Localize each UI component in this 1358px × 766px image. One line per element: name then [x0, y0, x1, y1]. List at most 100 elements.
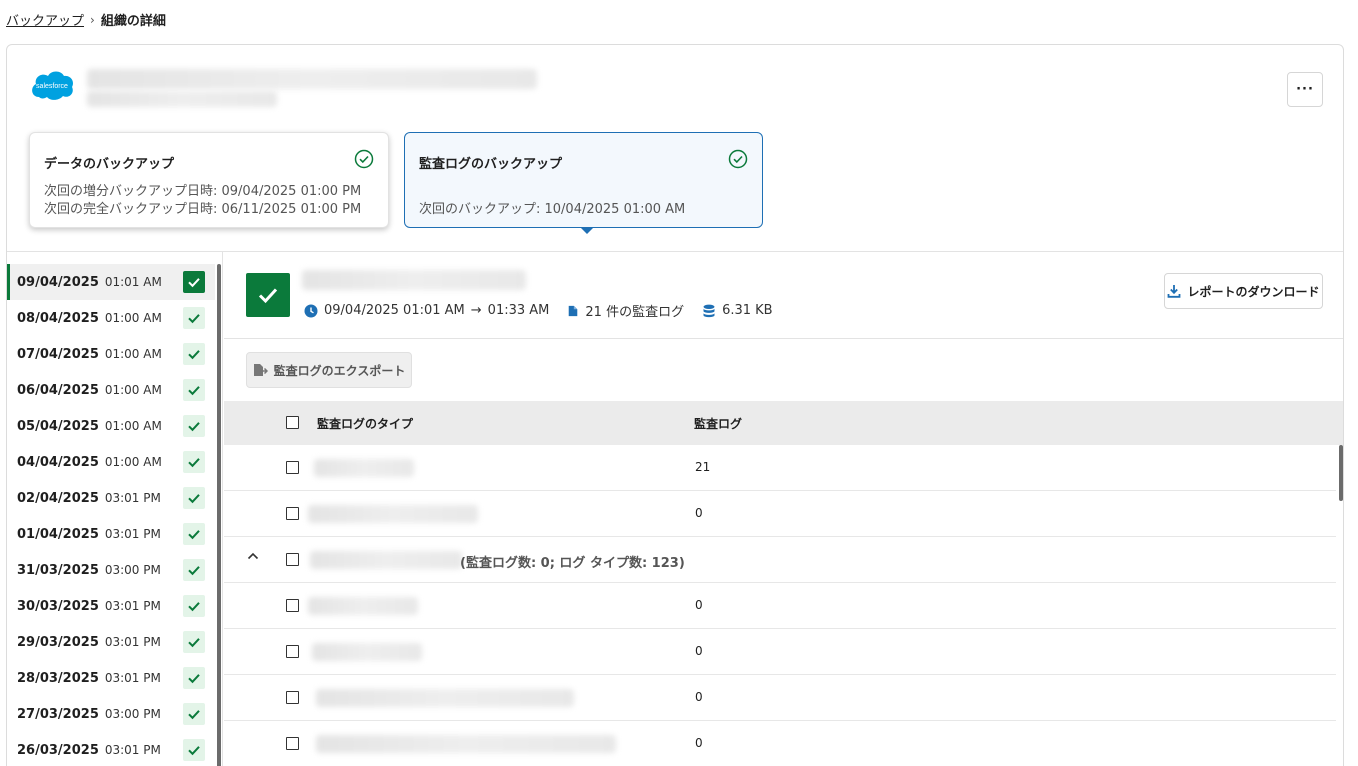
backup-date-item[interactable]: 29/03/2025 03:01 PM — [7, 624, 215, 660]
download-report-label: レポートのダウンロード — [1187, 284, 1320, 299]
backup-date: 26/03/2025 — [17, 742, 99, 758]
audit-log-value: 0 — [695, 690, 703, 704]
group-summary: (監査ログ数: 0; ログ タイプ数: 123) — [460, 556, 685, 571]
export-icon — [253, 364, 268, 376]
log-type-redacted — [308, 597, 418, 615]
log-type-redacted — [316, 689, 574, 707]
backup-date: 09/04/2025 — [17, 274, 99, 290]
backup-date-item[interactable]: 06/04/2025 01:00 AM — [7, 372, 215, 408]
row-checkbox[interactable] — [286, 461, 299, 474]
backup-time: 03:01 PM — [104, 491, 161, 505]
backup-time: 03:00 PM — [104, 707, 161, 721]
export-audit-log-button[interactable]: 監査ログのエクスポート — [246, 352, 412, 388]
breadcrumb-backup-link[interactable]: バックアップ — [6, 10, 84, 29]
backup-date-item[interactable]: 04/04/2025 01:00 AM — [7, 444, 215, 480]
table-scrollbar[interactable] — [1339, 445, 1343, 501]
backup-time: 01:00 AM — [104, 455, 162, 469]
chevron-right-icon: › — [90, 12, 95, 27]
next-audit-backup: 次回のバックアップ: 10/04/2025 01:00 AM — [419, 202, 686, 217]
audit-log-backup-card[interactable]: 監査ログのバックアップ 次回のバックアップ: 10/04/2025 01:00 … — [404, 132, 763, 234]
run-start-time: 09/04/2025 01:01 AM — [324, 303, 465, 318]
data-backup-card[interactable]: データのバックアップ 次回の増分バックアップ日時: 09/04/2025 01:… — [29, 132, 389, 228]
backup-date-item[interactable]: 30/03/2025 03:01 PM — [7, 588, 215, 624]
backup-date-item[interactable]: 02/04/2025 03:01 PM — [7, 480, 215, 516]
download-report-button[interactable]: レポートのダウンロード — [1164, 273, 1323, 309]
status-check-icon — [183, 307, 205, 329]
backup-time: 03:01 PM — [104, 671, 161, 685]
table-row[interactable]: 0 — [224, 583, 1336, 629]
status-check-icon — [183, 739, 205, 761]
backup-date-item[interactable]: 01/04/2025 03:01 PM — [7, 516, 215, 552]
backup-time: 01:00 AM — [104, 419, 162, 433]
row-checkbox[interactable] — [286, 691, 299, 704]
backup-run-detail: 09/04/2025 01:01 AM → 01:33 AM 21 件の監査ログ… — [224, 252, 1343, 766]
status-check-icon — [183, 451, 205, 473]
sidebar-scrollbar[interactable] — [217, 264, 221, 766]
backup-time: 03:01 PM — [104, 635, 161, 649]
backup-date-item[interactable]: 26/03/2025 03:01 PM — [7, 732, 215, 766]
status-check-icon — [183, 343, 205, 365]
backup-date: 06/04/2025 — [17, 382, 99, 398]
page-title: 組織の詳細 — [100, 14, 166, 29]
audit-log-value: 0 — [695, 736, 703, 750]
status-check-icon — [183, 487, 205, 509]
audit-log-count: 21 件の監査ログ — [585, 305, 685, 320]
table-row[interactable]: 0 — [224, 629, 1336, 675]
backup-date-item[interactable]: 09/04/2025 01:01 AM — [7, 264, 215, 300]
backup-time: 03:01 PM — [104, 527, 161, 541]
export-audit-log-label: 監査ログのエクスポート — [273, 363, 406, 378]
status-check-icon — [183, 595, 205, 617]
backup-date: 02/04/2025 — [17, 490, 99, 506]
backup-date-item[interactable]: 27/03/2025 03:00 PM — [7, 696, 215, 732]
download-icon — [1168, 285, 1181, 298]
backup-date-item[interactable]: 07/04/2025 01:00 AM — [7, 336, 215, 372]
next-full-backup: 次回の完全バックアップ日時: 06/11/2025 01:00 PM — [44, 202, 362, 217]
backup-date-list: 09/04/2025 01:01 AM 08/04/2025 01:00 AM 07/0… — [7, 252, 223, 766]
status-check-icon — [183, 523, 205, 545]
status-check-icon — [183, 631, 205, 653]
more-options-button[interactable]: ··· — [1287, 72, 1323, 107]
backup-date: 28/03/2025 — [17, 670, 99, 686]
check-circle-icon — [354, 149, 374, 169]
org-name-redacted — [87, 69, 537, 89]
row-checkbox[interactable] — [286, 645, 299, 658]
status-check-icon — [183, 379, 205, 401]
row-checkbox[interactable] — [286, 599, 299, 612]
run-name-redacted — [302, 270, 526, 290]
backup-date: 04/04/2025 — [17, 454, 99, 470]
backup-date: 05/04/2025 — [17, 418, 99, 434]
backup-time: 03:00 PM — [104, 563, 161, 577]
select-all-checkbox[interactable] — [286, 416, 299, 429]
audit-log-value: 0 — [695, 506, 703, 520]
table-header: 監査ログのタイプ 監査ログ — [224, 401, 1343, 445]
chevron-up-icon[interactable] — [246, 549, 260, 563]
backup-size: 6.31 KB — [722, 303, 773, 318]
arrow-right-icon: → — [470, 303, 482, 318]
table-group-row[interactable]: (監査ログ数: 0; ログ タイプ数: 123) — [224, 537, 1336, 583]
backup-time: 01:01 AM — [104, 275, 162, 289]
file-icon — [569, 305, 578, 316]
backup-date-item[interactable]: 05/04/2025 01:00 AM — [7, 408, 215, 444]
audit-backup-title: 監査ログのバックアップ — [419, 157, 563, 172]
org-detail-panel: salesforce ··· データのバックアップ 次回の増分バックアップ日時:… — [6, 44, 1344, 766]
backup-date-item[interactable]: 08/04/2025 01:00 AM — [7, 300, 215, 336]
salesforce-logo: salesforce — [32, 71, 74, 100]
backup-time: 01:00 AM — [104, 347, 162, 361]
row-checkbox[interactable] — [286, 507, 299, 520]
table-row[interactable]: 0 — [224, 675, 1336, 721]
salesforce-logo-text: salesforce — [36, 83, 68, 90]
log-type-redacted — [308, 505, 478, 523]
run-meta: 09/04/2025 01:01 AM → 01:33 AM 21 件の監査ログ… — [304, 301, 773, 320]
backup-date-item[interactable]: 28/03/2025 03:01 PM — [7, 660, 215, 696]
audit-log-value: 21 — [695, 460, 711, 474]
org-id-redacted — [87, 91, 277, 107]
table-row[interactable]: 0 — [224, 721, 1336, 766]
backup-date: 01/04/2025 — [17, 526, 99, 542]
row-checkbox[interactable] — [286, 553, 299, 566]
table-row[interactable]: 21 — [224, 445, 1336, 491]
backup-time: 03:01 PM — [104, 743, 161, 757]
row-checkbox[interactable] — [286, 737, 299, 750]
backup-date-item[interactable]: 31/03/2025 03:00 PM — [7, 552, 215, 588]
table-row[interactable]: 0 — [224, 491, 1336, 537]
log-type-redacted — [314, 459, 414, 477]
